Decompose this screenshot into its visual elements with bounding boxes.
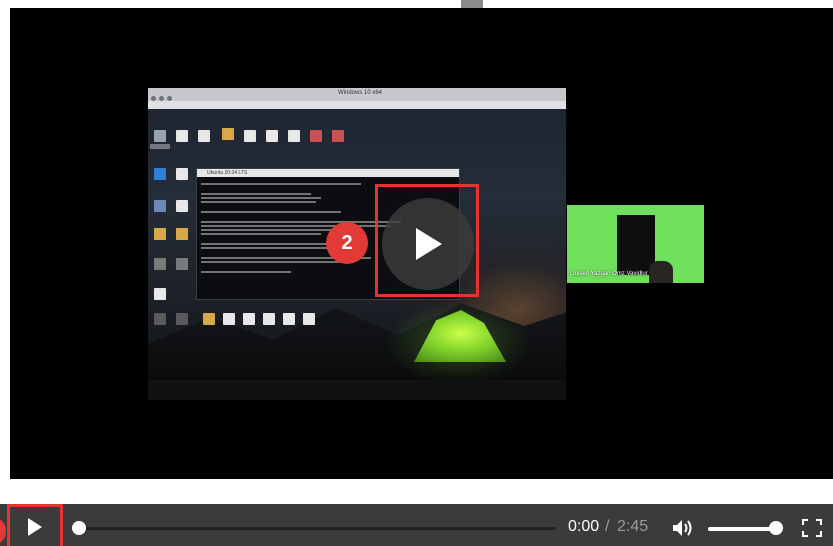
seek-bar[interactable] bbox=[76, 527, 556, 530]
file-icon bbox=[266, 130, 278, 142]
big-play-button[interactable] bbox=[382, 198, 474, 290]
folder-icon bbox=[176, 228, 188, 240]
file-icon bbox=[154, 258, 166, 270]
step-number-badge: 2 bbox=[326, 222, 368, 264]
file-icon bbox=[198, 130, 210, 142]
terminal-title: Ubuntu 20.04 LTS bbox=[207, 170, 248, 176]
file-icon bbox=[244, 130, 256, 142]
volume-thumb[interactable] bbox=[769, 521, 783, 535]
file-icon bbox=[263, 313, 275, 325]
folder-icon bbox=[203, 313, 215, 325]
file-icon bbox=[176, 130, 188, 142]
seek-thumb[interactable] bbox=[72, 521, 86, 535]
file-icon bbox=[176, 258, 188, 270]
time-separator: / bbox=[605, 518, 610, 535]
webcam-name: Gulsen Yazgan Omz Vavidlur bbox=[570, 271, 648, 277]
top-notch bbox=[461, 0, 483, 8]
play-icon bbox=[28, 518, 42, 536]
fullscreen-button[interactable] bbox=[801, 518, 823, 538]
current-time: 0:00 bbox=[568, 518, 600, 535]
vm-titlebar: Windows 10 x64 bbox=[148, 88, 566, 102]
file-icon bbox=[243, 313, 255, 325]
file-icon bbox=[176, 313, 188, 325]
file-icon bbox=[154, 313, 166, 325]
total-duration: 2:45 bbox=[617, 518, 649, 535]
step-marker bbox=[0, 519, 6, 543]
folder-icon bbox=[222, 128, 234, 140]
folder-icon bbox=[154, 228, 166, 240]
file-icon bbox=[154, 288, 166, 300]
file-icon bbox=[154, 200, 166, 212]
vm-window-title: Windows 10 x64 bbox=[338, 90, 383, 96]
play-icon bbox=[416, 228, 442, 260]
edge-icon bbox=[154, 168, 166, 180]
video-stage[interactable]: Windows 10 x64 Ubuntu 20.04 LTS Gulsen Y… bbox=[10, 8, 833, 479]
file-icon bbox=[283, 313, 295, 325]
recycle-bin-icon bbox=[154, 130, 166, 142]
file-icon bbox=[332, 130, 344, 142]
file-icon bbox=[310, 130, 322, 142]
file-icon bbox=[288, 130, 300, 142]
file-icon bbox=[303, 313, 315, 325]
file-icon bbox=[176, 168, 188, 180]
volume-icon bbox=[673, 520, 692, 536]
fullscreen-icon bbox=[802, 519, 822, 537]
vm-toolbar bbox=[148, 101, 566, 109]
file-icon bbox=[176, 200, 188, 212]
volume-button[interactable] bbox=[671, 518, 695, 538]
webcam-tile: Gulsen Yazgan Omz Vavidlur bbox=[567, 205, 704, 283]
windows-taskbar bbox=[148, 380, 566, 400]
play-button[interactable] bbox=[22, 517, 46, 537]
webcam-person bbox=[649, 261, 673, 283]
player-controls: 0:00 / 2:45 bbox=[0, 504, 833, 546]
file-icon bbox=[223, 313, 235, 325]
